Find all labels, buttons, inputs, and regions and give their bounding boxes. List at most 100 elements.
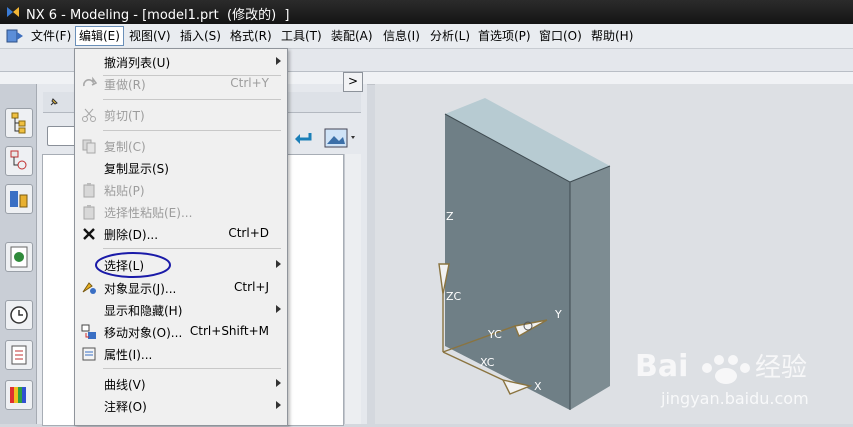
menu-item-paste-special[interactable]: 选择性粘贴(E)... [75, 201, 287, 223]
menu-file[interactable]: 文件(F) [28, 27, 74, 45]
menu-tools[interactable]: 工具(T) [278, 27, 325, 45]
menu-item-label: 复制(C) [104, 140, 146, 154]
menu-item-label: 撤消列表(U) [104, 56, 171, 70]
svg-text:经验: 经验 [755, 353, 807, 383]
collapse-panel-button[interactable]: > [343, 72, 363, 92]
svg-text:jingyan.baidu.com: jingyan.baidu.com [660, 389, 809, 408]
menu-item-label: 删除(D)... [104, 228, 159, 242]
delete-x-icon [83, 228, 95, 240]
menu-window[interactable]: 窗口(O) [536, 27, 585, 45]
yc-axis-label: YC [487, 328, 502, 341]
menu-item-redo[interactable]: 重做(R) Ctrl+Y [75, 73, 287, 95]
z-axis-label: Z [446, 210, 454, 223]
undo-arrow-icon[interactable] [292, 129, 314, 147]
menu-item-shortcut: Ctrl+Shift+M [189, 324, 269, 338]
menu-item-move-object[interactable]: 移动对象(O)... Ctrl+Shift+M [75, 321, 287, 343]
menu-item-copy-display[interactable]: 复制显示(S) [75, 157, 287, 179]
menu-item-label: 剪切(T) [104, 109, 145, 123]
menu-item-select[interactable]: 选择(L) [75, 252, 287, 278]
menu-item-object-display[interactable]: 对象显示(J)... Ctrl+J [75, 277, 287, 299]
history-tab[interactable] [5, 300, 33, 330]
menu-insert[interactable]: 插入(S) [177, 27, 224, 45]
copy-icon [82, 139, 96, 154]
submenu-arrow-icon [276, 260, 281, 268]
menu-item-label: 复制显示(S) [104, 162, 169, 176]
xc-axis-label: XC [480, 356, 495, 369]
navigator-scrollbar[interactable] [344, 154, 361, 424]
part-navigator-icon [10, 191, 28, 208]
properties-icon [82, 347, 96, 361]
menu-separator [103, 99, 281, 100]
menu-information[interactable]: 信息(I) [380, 27, 423, 45]
highlight-circle-annotation [95, 252, 171, 278]
menu-item-label: 移动对象(O)... [104, 326, 183, 340]
part-navigator-tab[interactable] [5, 184, 33, 214]
menu-item-show-hide[interactable]: 显示和隐藏(H) [75, 299, 287, 321]
menu-bar: 文件(F) 编辑(E) 视图(V) 插入(S) 格式(R) 工具(T) 装配(A… [0, 24, 853, 49]
menu-item-label: 重做(R) [104, 78, 146, 92]
menu-item-cut[interactable]: 剪切(T) [75, 104, 287, 126]
menu-separator [103, 130, 281, 131]
y-axis-label: Y [554, 308, 562, 321]
window-title: NX 6 - Modeling - [model1.prt (修改的) ] [26, 8, 290, 23]
system-materials-tab[interactable] [5, 340, 33, 370]
redo-icon [83, 76, 97, 87]
submenu-arrow-icon [276, 401, 281, 409]
menu-item-curve[interactable]: 曲线(V) [75, 373, 287, 395]
menu-item-label: 粘贴(P) [104, 184, 145, 198]
menu-separator [103, 248, 281, 249]
menu-help[interactable]: 帮助(H) [588, 27, 636, 45]
title-bar: NX 6 - Modeling - [model1.prt (修改的) ] [0, 0, 853, 24]
submenu-arrow-icon [276, 57, 281, 65]
menu-edit[interactable]: 编辑(E) [75, 26, 124, 46]
submenu-arrow-icon [276, 379, 281, 387]
menu-item-label: 曲线(V) [104, 378, 146, 392]
scissors-icon [82, 108, 96, 122]
navigator-filter-input[interactable] [47, 126, 77, 146]
constraint-navigator-tab[interactable] [5, 146, 33, 176]
menu-item-paste[interactable]: 粘贴(P) [75, 179, 287, 201]
menu-analysis[interactable]: 分析(L) [427, 27, 473, 45]
menu-item-label: 选择性粘贴(E)... [104, 206, 193, 220]
menu-item-shortcut: Ctrl+D [228, 226, 269, 240]
web-browser-icon [10, 246, 28, 268]
resource-bar [0, 84, 37, 424]
zc-axis-label: ZC [446, 290, 462, 303]
menu-item-copy[interactable]: 复制(C) [75, 135, 287, 157]
app-menu-icon[interactable] [6, 28, 24, 44]
menu-item-shortcut: Ctrl+Y [230, 76, 269, 90]
submenu-arrow-icon [276, 305, 281, 313]
preview-image-dropdown[interactable] [323, 127, 357, 149]
menu-separator [103, 368, 281, 369]
menu-item-undo-list[interactable]: 撤消列表(U) [75, 51, 287, 73]
menu-item-label: 对象显示(J)... [104, 282, 177, 296]
menu-item-label: 注释(O) [104, 400, 147, 414]
menu-item-shortcut: Ctrl+J [234, 280, 269, 294]
edit-menu-dropdown: 撤消列表(U) 重做(R) Ctrl+Y 剪切(T) 复制(C) 复制显示(S)… [74, 48, 288, 426]
svg-text:Bai: Bai [635, 349, 688, 384]
nx-logo-icon [7, 7, 19, 17]
menu-format[interactable]: 格式(R) [227, 27, 275, 45]
menu-item-properties[interactable]: 属性(I)... [75, 343, 287, 365]
menu-preferences[interactable]: 首选项(P) [475, 27, 534, 45]
color-palette-icon [10, 387, 26, 403]
assembly-navigator-tab[interactable] [5, 108, 33, 138]
menu-item-delete[interactable]: 删除(D)... Ctrl+D [75, 223, 287, 245]
assembly-navigator-icon [11, 112, 26, 134]
baidu-jingyan-watermark: Bai 经验 jingyan.baidu.com [635, 349, 809, 408]
menu-view[interactable]: 视图(V) [126, 27, 174, 45]
menu-item-label: 属性(I)... [104, 348, 153, 362]
menu-item-annotation[interactable]: 注释(O) [75, 395, 287, 417]
x-axis-label: X [534, 380, 542, 393]
object-display-icon [82, 282, 96, 294]
clock-icon [10, 306, 28, 324]
constraint-navigator-icon [10, 150, 27, 170]
pin-icon[interactable] [49, 97, 59, 107]
menu-item-label: 显示和隐藏(H) [104, 304, 183, 318]
web-browser-tab[interactable] [5, 242, 33, 272]
list-icon [11, 345, 27, 365]
model-side-face [570, 166, 610, 410]
menu-assembly[interactable]: 装配(A) [328, 27, 376, 45]
palette-tab[interactable] [5, 380, 33, 410]
move-object-icon [81, 324, 96, 339]
